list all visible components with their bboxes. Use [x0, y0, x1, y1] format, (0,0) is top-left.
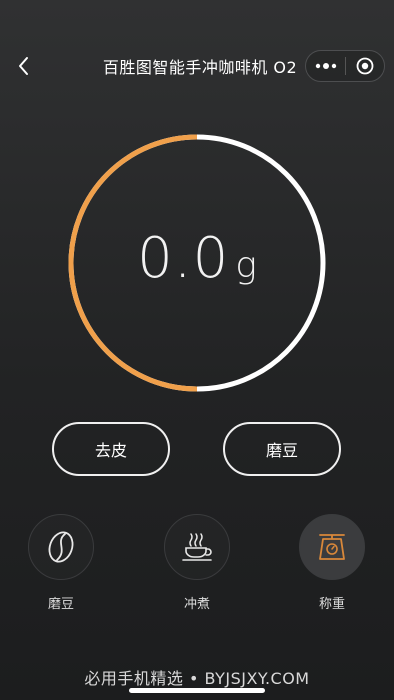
navigation-bar: 百胜图智能手冲咖啡机 O2 [0, 40, 394, 92]
coffee-bean-icon [48, 531, 74, 563]
weight-readout: 0.0 g [67, 226, 327, 291]
mode-brew[interactable]: 冲煮 [162, 514, 232, 612]
more-menu-button[interactable] [306, 51, 345, 81]
page-title: 百胜图智能手冲咖啡机 O2 [102, 58, 298, 77]
target-close-icon [356, 57, 374, 75]
coffee-cup-icon [182, 533, 212, 561]
mode-weigh[interactable]: 称重 [297, 514, 367, 612]
mode-brew-label: 冲煮 [183, 597, 210, 612]
more-dots-icon [315, 63, 336, 69]
tare-button[interactable]: 去皮 [52, 422, 170, 476]
mode-weigh-label: 称重 [318, 597, 345, 612]
mini-program-capsule [305, 50, 385, 82]
mode-grind[interactable]: 磨豆 [26, 514, 96, 612]
mode-weigh-circle [299, 514, 365, 580]
close-mini-program-button[interactable] [346, 51, 384, 81]
scale-icon [319, 534, 345, 560]
grind-button[interactable]: 磨豆 [223, 422, 341, 476]
back-button[interactable] [12, 52, 36, 80]
weight-unit: g [235, 245, 257, 286]
mode-grind-label: 磨豆 [47, 597, 74, 612]
home-indicator[interactable] [129, 688, 265, 693]
mode-grind-circle [28, 514, 94, 580]
watermark-text: 必用手机精选 • BYJSJXY.COM [84, 669, 310, 688]
mode-brew-circle [164, 514, 230, 580]
chevron-left-icon [19, 57, 28, 75]
weight-value: 0.0 [137, 226, 230, 291]
